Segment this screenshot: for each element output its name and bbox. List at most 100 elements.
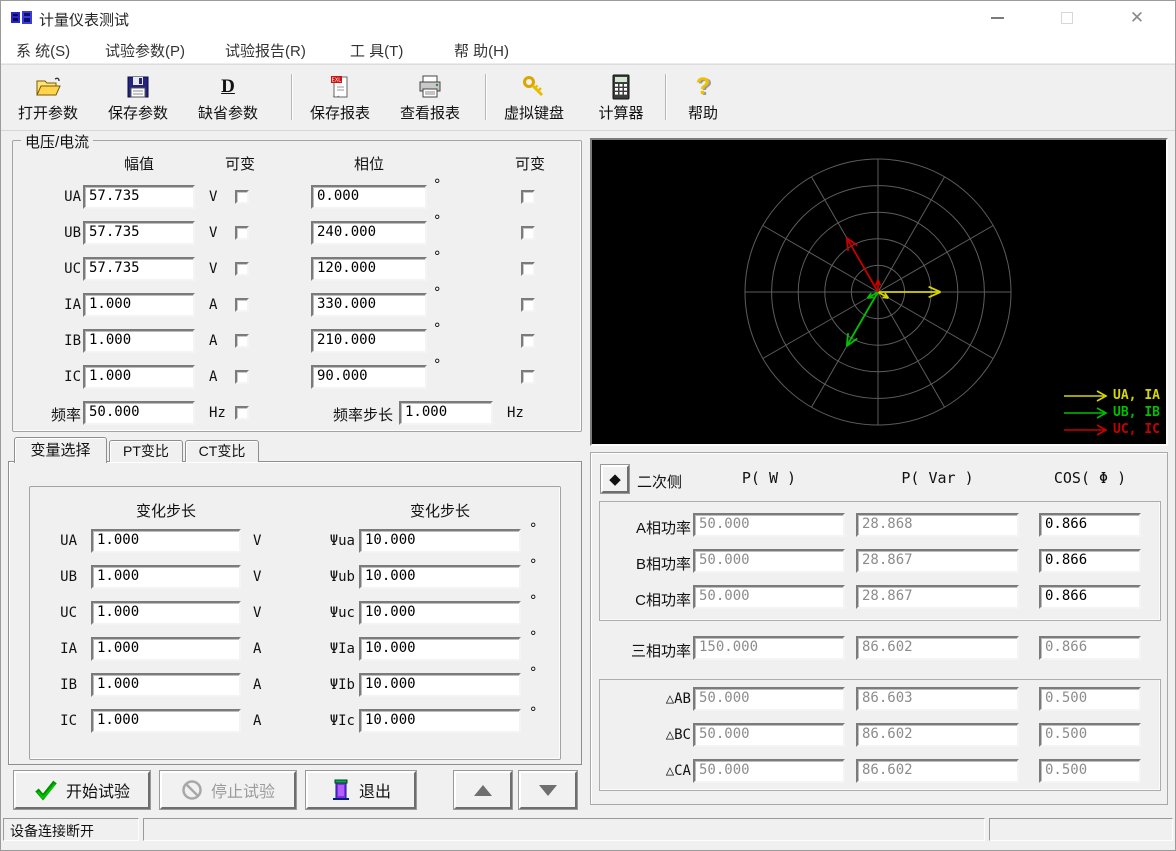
amplitude-input[interactable]: 57.735 — [83, 257, 195, 281]
amplitude-variable-checkbox[interactable] — [235, 298, 249, 312]
open-params-button[interactable]: 打开参数 — [7, 70, 89, 126]
secondary-side-label: 二次侧 — [637, 471, 682, 492]
amplitude-input[interactable]: 1.000 — [83, 365, 195, 389]
step-header-right: 变化步长 — [359, 500, 521, 521]
toolbar-separator — [665, 74, 667, 120]
phase-input[interactable]: 330.000 — [311, 293, 427, 317]
tab-ct-ratio[interactable]: CT变比 — [185, 440, 259, 462]
step-row-label: IA — [37, 641, 77, 657]
phase-input[interactable]: 240.000 — [311, 221, 427, 245]
toolbar-separator — [291, 74, 293, 120]
psi-step-input[interactable]: 10.000 — [359, 565, 521, 589]
menu-test-report[interactable]: 试验报告(R) — [225, 40, 306, 61]
default-params-button[interactable]: D 缺省参数 — [187, 70, 269, 126]
amplitude-variable-checkbox[interactable] — [235, 334, 249, 348]
psi-step-input[interactable]: 10.000 — [359, 673, 521, 697]
phase-variable-checkbox[interactable] — [521, 334, 535, 348]
q-value: 28.867 — [856, 585, 1019, 609]
tab-pt-ratio[interactable]: PT变比 — [109, 440, 183, 462]
variable-header-right: 可变 — [500, 153, 560, 174]
step-input[interactable]: 1.000 — [91, 673, 241, 697]
stop-test-button[interactable]: 停止试验 — [160, 771, 296, 809]
view-report-button[interactable]: 查看报表 — [389, 70, 471, 126]
legend-label: UA, IA — [1113, 388, 1160, 403]
calculator-icon — [610, 74, 632, 100]
save-params-button[interactable]: 保存参数 — [97, 70, 179, 126]
menu-help[interactable]: 帮 助(H) — [454, 40, 509, 61]
amplitude-variable-checkbox[interactable] — [235, 226, 249, 240]
down-button[interactable] — [519, 771, 577, 809]
step-input[interactable]: 1.000 — [91, 637, 241, 661]
legend-label: UB, IB — [1113, 405, 1160, 420]
amplitude-input[interactable]: 1.000 — [83, 329, 195, 353]
step-input[interactable]: 1.000 — [91, 529, 241, 553]
phase-variable-checkbox[interactable] — [521, 262, 535, 276]
amplitude-input[interactable]: 1.000 — [83, 293, 195, 317]
cos-value: 0.866 — [1039, 513, 1141, 537]
col-header-cos: COS( Φ ) — [1039, 469, 1141, 487]
step-row-label: UB — [37, 569, 77, 585]
frequency-step-label: 频率步长 — [309, 404, 393, 425]
phase-input[interactable]: 210.000 — [311, 329, 427, 353]
maximize-button[interactable] — [1044, 1, 1090, 35]
phase-variable-checkbox[interactable] — [521, 190, 535, 204]
up-arrow-icon — [474, 785, 492, 796]
amplitude-variable-checkbox[interactable] — [235, 190, 249, 204]
phase-input[interactable]: 90.000 — [311, 365, 427, 389]
voltage-current-title: 电压/电流 — [21, 131, 93, 152]
tab-variable-select[interactable]: 变量选择 — [14, 437, 107, 463]
p-value: 50.000 — [693, 513, 845, 537]
phase-variable-checkbox[interactable] — [521, 298, 535, 312]
step-input[interactable]: 1.000 — [91, 565, 241, 589]
menu-tools[interactable]: 工 具(T) — [350, 40, 403, 61]
step-input[interactable]: 1.000 — [91, 709, 241, 733]
svg-text:EXL: EXL — [332, 77, 343, 83]
virtual-keyboard-button[interactable]: 虚拟键盘 — [493, 70, 575, 126]
menu-system[interactable]: 系 统(S) — [16, 40, 70, 61]
legend-arrow-icon — [1063, 390, 1113, 402]
psi-step-input[interactable]: 10.000 — [359, 709, 521, 733]
status-bar: 设备连接断开 — [1, 816, 1175, 843]
cos-value: 0.500 — [1039, 759, 1141, 783]
step-row-label: UC — [37, 605, 77, 621]
row-label: UC — [39, 261, 81, 277]
frequency-variable-checkbox[interactable] — [235, 406, 249, 420]
exit-door-icon — [331, 778, 351, 802]
amplitude-variable-checkbox[interactable] — [235, 370, 249, 384]
frequency-step-input[interactable]: 1.000 — [399, 401, 493, 425]
phase-input[interactable]: 0.000 — [311, 185, 427, 209]
legend-label: UC, IC — [1113, 422, 1160, 437]
minimize-button[interactable] — [974, 1, 1020, 35]
calculator-button[interactable]: 计算器 — [585, 70, 657, 126]
frequency-input[interactable]: 50.000 — [83, 401, 195, 425]
phase-input[interactable]: 120.000 — [311, 257, 427, 281]
amplitude-input[interactable]: 57.735 — [83, 221, 195, 245]
psi-step-input[interactable]: 10.000 — [359, 601, 521, 625]
close-button[interactable]: ✕ — [1114, 1, 1160, 35]
psi-step-input[interactable]: 10.000 — [359, 529, 521, 553]
secondary-side-toggle-button[interactable]: ◆ — [601, 465, 629, 493]
up-button[interactable] — [454, 771, 512, 809]
q-value: 86.603 — [856, 687, 1019, 711]
legend-arrow-icon — [1063, 407, 1113, 419]
amplitude-variable-checkbox[interactable] — [235, 262, 249, 276]
psi-step-input[interactable]: 10.000 — [359, 637, 521, 661]
result-row-label: △BC — [597, 727, 691, 743]
window-title: 计量仪表测试 — [39, 9, 129, 30]
phase-variable-checkbox[interactable] — [521, 226, 535, 240]
help-button[interactable]: ? 帮助 — [673, 70, 733, 126]
step-input[interactable]: 1.000 — [91, 601, 241, 625]
amplitude-input[interactable]: 57.735 — [83, 185, 195, 209]
down-arrow-icon — [539, 785, 557, 796]
save-report-button[interactable]: EXL 保存报表 — [299, 70, 381, 126]
exit-button[interactable]: 退出 — [306, 771, 416, 809]
q-value: 28.868 — [856, 513, 1019, 537]
start-test-button[interactable]: 开始试验 — [14, 771, 150, 809]
psi-label: Ψua — [309, 533, 355, 549]
phase-variable-checkbox[interactable] — [521, 370, 535, 384]
q-value: 86.602 — [856, 723, 1019, 747]
menu-test-params[interactable]: 试验参数(P) — [105, 40, 185, 61]
cos-value: 0.866 — [1039, 585, 1141, 609]
key-icon — [521, 74, 547, 100]
prohibit-icon — [181, 779, 203, 801]
